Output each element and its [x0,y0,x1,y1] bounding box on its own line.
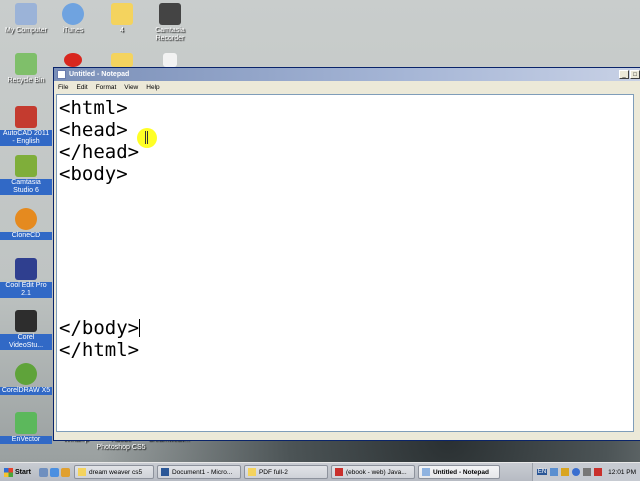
desktop-icon-envector[interactable]: EnVector [0,412,52,444]
camtasia-studio-icon [15,155,37,177]
folder-icon [77,468,86,476]
editor-line: ​ [59,295,633,317]
editor-line: ​ [59,207,633,229]
editor-line: ​ [59,273,633,295]
maximize-button[interactable]: □ [630,70,640,79]
editor-line: </body> [59,317,140,339]
title-bar[interactable]: Untitled - Notepad _ □ [54,68,640,81]
coreldraw-icon [15,363,37,385]
pdf-icon [334,468,343,476]
desktop-icon-corel-videostudio[interactable]: Corel VideoStu... [0,310,52,350]
menu-help[interactable]: Help [146,84,159,91]
editor-line: </html> [59,339,140,361]
desktop-icon-recycle-bin[interactable]: Recycle Bin [0,53,52,85]
document-icon [163,53,177,67]
autocad-icon [15,106,37,128]
taskbar-button-ebook[interactable]: (ebook - web) Java... [330,465,415,479]
desktop-icon-my-computer[interactable]: My Computer [0,3,52,35]
folder-icon [247,468,256,476]
taskbar: Start dream weaver cs5 Document1 - Micro… [0,462,640,481]
taskbar-button-word[interactable]: Document1 - Micro... [156,465,241,479]
desktop-icon-folder-4[interactable]: 4 [96,3,148,35]
start-label: Start [15,468,31,476]
editor-line-caret: </body> [59,317,633,339]
clonecd-icon [15,208,37,230]
menu-bar: File Edit Format View Help [54,81,640,93]
antivirus-icon[interactable] [594,468,603,476]
media-player-icon[interactable] [60,467,70,477]
desktop-icon-cool-edit-pro[interactable]: Cool Edit Pro 2.1 [0,258,52,298]
desktop-icon-itunes[interactable]: iTunes [47,3,99,35]
editor-line: ​ [59,229,633,251]
envector-icon [15,412,37,434]
clock: 12:01 PM [608,468,636,476]
folder-icon [111,53,133,67]
editor-line: ​ [59,251,633,273]
window-controls: _ □ [619,70,640,79]
editor-line: ​ [59,185,633,207]
my-computer-icon [15,3,37,25]
start-button[interactable]: Start [0,464,35,480]
notepad-icon [57,70,66,79]
corel-video-icon [15,310,37,332]
show-desktop-icon[interactable] [38,467,48,477]
word-icon [160,468,169,476]
itunes-icon [62,3,84,25]
folder-icon [111,3,133,25]
desktop-icon-autocad[interactable]: AutoCAD 2011 - English [0,106,52,146]
cool-edit-icon [15,258,37,280]
taskbar-button-pdf-folder[interactable]: PDF full-2 [243,465,328,479]
menu-view[interactable]: View [124,84,138,91]
camtasia-recorder-icon [159,3,181,25]
ibeam-cursor-icon [145,131,148,144]
editor-line: <body> [59,163,128,185]
volume-icon[interactable] [583,468,592,476]
menu-file[interactable]: File [58,84,68,91]
editor-line: <html> [59,97,128,119]
desktop-icon-coreldraw[interactable]: CorelDRAW X5 [0,363,52,395]
menu-edit[interactable]: Edit [76,84,87,91]
desktop-icon-clonecd[interactable]: CloneCD [0,208,52,240]
text-caret [139,319,141,337]
desktop-icon-camtasia-studio[interactable]: Camtasia Studio 6 [0,155,52,195]
network-icon[interactable] [550,468,559,476]
desktop-icon-camtasia-recorder[interactable]: Camtasia Recorder [144,3,196,43]
menu-format[interactable]: Format [96,84,117,91]
taskbar-button-notepad[interactable]: Untitled - Notepad [417,465,500,479]
windows-logo-icon [4,467,13,477]
language-indicator[interactable]: EN [536,469,548,475]
notepad-icon [421,468,430,476]
bluetooth-icon[interactable] [572,468,581,476]
minimize-button[interactable]: _ [619,70,629,79]
security-shield-icon[interactable] [561,468,570,476]
recycle-bin-icon [15,53,37,75]
system-tray: EN 12:01 PM [531,463,640,481]
window-title: Untitled - Notepad [69,71,130,78]
flash-icon [64,53,82,67]
quick-launch [38,467,70,477]
ie-icon[interactable] [49,467,59,477]
taskbar-button-dreamweaver[interactable]: dream weaver cs5 [73,465,154,479]
notepad-window[interactable]: Untitled - Notepad _ □ File Edit Format … [53,67,640,441]
